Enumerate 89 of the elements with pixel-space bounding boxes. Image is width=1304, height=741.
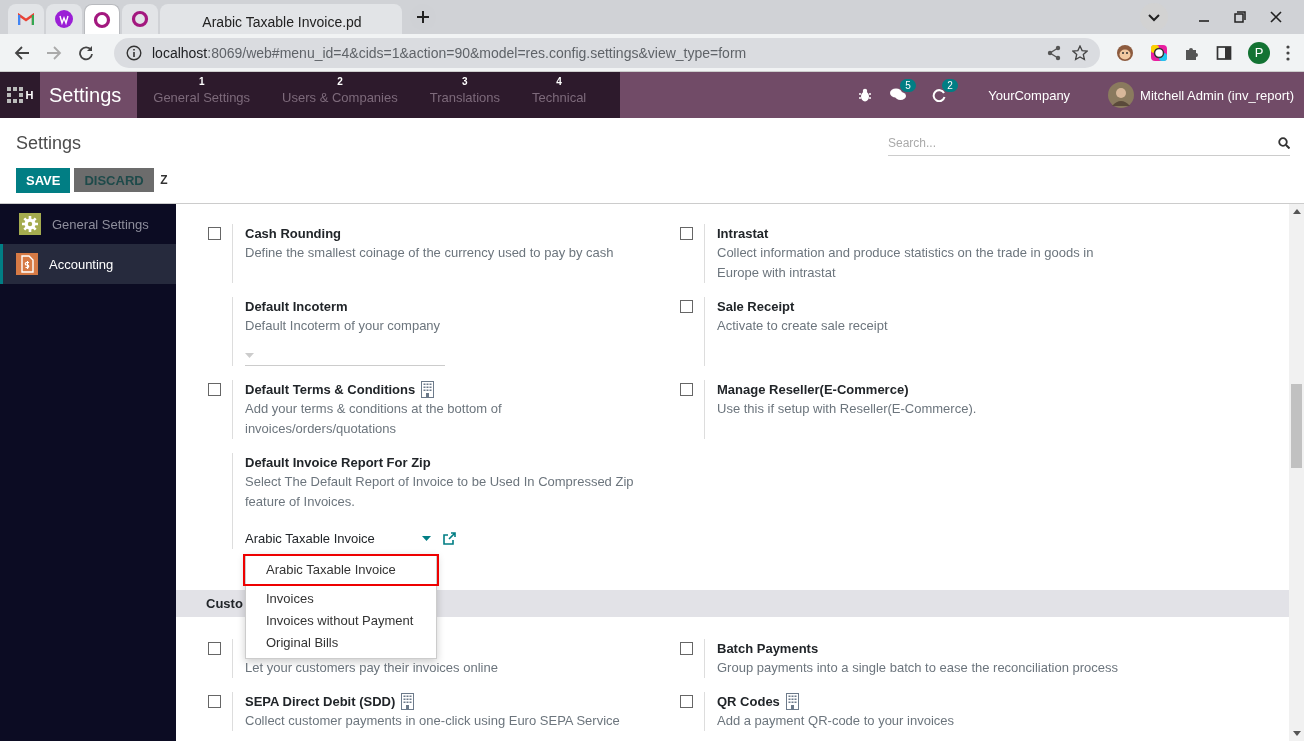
checkbox[interactable] bbox=[680, 300, 693, 313]
setting-description: Let your customers pay their invoices online bbox=[245, 659, 498, 677]
browser-tab[interactable] bbox=[46, 4, 82, 34]
setting-title: QR Codes bbox=[717, 694, 780, 709]
search-field[interactable]: Search... bbox=[888, 135, 1278, 150]
apps-menu-button[interactable]: H bbox=[0, 72, 40, 118]
hotkey-hint: H bbox=[25, 89, 34, 101]
info-icon bbox=[126, 44, 142, 61]
browser-tab[interactable]: Arabic Taxable Invoice.pd bbox=[160, 4, 402, 34]
checkbox[interactable] bbox=[680, 695, 693, 708]
ring-icon bbox=[131, 10, 149, 28]
hotkey-hint: 1 bbox=[198, 77, 205, 87]
company-switcher[interactable]: YourCompany bbox=[988, 87, 1071, 103]
chat-icon[interactable] bbox=[890, 88, 907, 102]
star-icon[interactable] bbox=[1072, 44, 1088, 61]
invoice-icon bbox=[16, 253, 38, 275]
setting-description: Use this if setup with Reseller(E-Commerce). bbox=[717, 400, 977, 418]
sidebar-item[interactable]: General Settings bbox=[0, 204, 176, 244]
avatar bbox=[1108, 82, 1135, 108]
setting-title: Intrastat bbox=[717, 226, 769, 241]
checkbox[interactable] bbox=[680, 227, 693, 240]
scroll-up-icon[interactable] bbox=[1292, 209, 1301, 214]
section-title: Custo bbox=[206, 596, 243, 611]
more-icon[interactable] bbox=[1286, 44, 1290, 61]
hotkey-hint: Z bbox=[160, 173, 168, 187]
setting-title: Cash Rounding bbox=[245, 226, 342, 241]
checkbox[interactable] bbox=[208, 227, 221, 240]
checkbox[interactable] bbox=[680, 383, 693, 396]
setting-description: Collect customer payments in one-click using Euro SEPA Service bbox=[245, 712, 620, 730]
setting-description: Select The Default Report of Invoice to be Used In Compressed Zip feature of Invoices. bbox=[245, 473, 635, 511]
hotkey-hint: 2 bbox=[337, 77, 343, 87]
grid-icon bbox=[6, 87, 23, 103]
browser-tab[interactable] bbox=[122, 4, 158, 34]
mail-icon bbox=[18, 13, 34, 25]
address-field[interactable]: localhost:8069/web#menu_id=4&cids=1&action=90&model=res.config.settings&view_type=form bbox=[114, 37, 1100, 68]
hotkey-hint: 4 bbox=[556, 77, 562, 87]
external-link-icon[interactable] bbox=[443, 531, 456, 545]
back-icon[interactable] bbox=[14, 44, 30, 61]
profile-button[interactable]: P bbox=[1248, 41, 1270, 64]
setting-title: Batch Payments bbox=[717, 641, 819, 656]
setting-description: Collect information and produce statistics on the trade in goods in Europe with intrastat bbox=[717, 244, 1095, 282]
color-ring-icon[interactable] bbox=[1150, 43, 1168, 62]
setting-description: Default Incoterm of your company bbox=[245, 317, 441, 335]
checkbox[interactable] bbox=[208, 642, 221, 655]
share-icon[interactable] bbox=[1046, 44, 1062, 61]
side-panel-icon[interactable] bbox=[1216, 44, 1232, 61]
scrollbar[interactable] bbox=[1289, 204, 1304, 741]
reload-icon[interactable] bbox=[78, 44, 94, 61]
setting-title: Sale Receipt bbox=[717, 299, 795, 314]
caret-icon bbox=[245, 353, 254, 358]
sidebar-item[interactable]: Accounting bbox=[0, 244, 176, 284]
checkbox[interactable] bbox=[208, 695, 221, 708]
setting-title: Default Incoterm bbox=[245, 299, 348, 314]
browser-tab[interactable] bbox=[84, 4, 120, 34]
count-badge: 2 bbox=[942, 79, 958, 92]
save-button[interactable]: SAVE bbox=[16, 168, 71, 193]
search-icon bbox=[1278, 136, 1290, 149]
page-title: Settings bbox=[16, 132, 83, 154]
dropdown-option[interactable]: Original Bills bbox=[246, 632, 436, 654]
setting-description: Group payments into a single batch to ease the reconciliation process bbox=[717, 659, 1119, 677]
restore-icon[interactable] bbox=[1234, 11, 1246, 23]
checkbox[interactable] bbox=[208, 383, 221, 396]
setting-description: Define the smallest coinage of the currency used to pay by cash bbox=[245, 244, 614, 262]
caret-icon bbox=[422, 535, 431, 541]
app-name[interactable]: Settings bbox=[40, 72, 138, 118]
setting-title: Default Invoice Report For Zip bbox=[245, 455, 431, 470]
letter-circle-icon bbox=[55, 10, 73, 28]
setting-description: Add your terms & conditions at the bottom of invoices/orders/quotations bbox=[245, 400, 503, 438]
close-icon[interactable] bbox=[1270, 11, 1282, 23]
setting-title: Manage Reseller(E-Commerce) bbox=[717, 382, 909, 397]
dropdown-option[interactable]: Invoices without Payment bbox=[246, 610, 436, 632]
setting-title: Default Terms & Conditions bbox=[245, 382, 416, 397]
setting-description: Add a payment QR-code to your invoices bbox=[717, 712, 954, 730]
checkbox[interactable] bbox=[680, 642, 693, 655]
bug-icon[interactable] bbox=[858, 88, 873, 102]
select-field[interactable]: Arabic Taxable Invoice bbox=[245, 527, 435, 549]
dropdown-option[interactable]: Arabic Taxable Invoice bbox=[244, 555, 438, 585]
dropdown-option[interactable]: Invoices bbox=[246, 588, 436, 610]
count-badge: 5 bbox=[900, 79, 916, 92]
setting-title: SEPA Direct Debit (SDD) bbox=[245, 694, 396, 709]
ring-icon bbox=[93, 10, 111, 29]
browser-tab[interactable] bbox=[8, 4, 44, 34]
scroll-down-icon[interactable] bbox=[1292, 731, 1301, 736]
gear-icon bbox=[19, 213, 41, 235]
hotkey-hint: 3 bbox=[462, 77, 468, 87]
user-menu[interactable]: Mitchell Admin (inv_report) bbox=[1140, 87, 1294, 103]
setting-description: Activate to create sale receipt bbox=[717, 317, 888, 335]
scroll-thumb[interactable] bbox=[1291, 384, 1302, 468]
monkey-icon[interactable] bbox=[1116, 43, 1134, 62]
